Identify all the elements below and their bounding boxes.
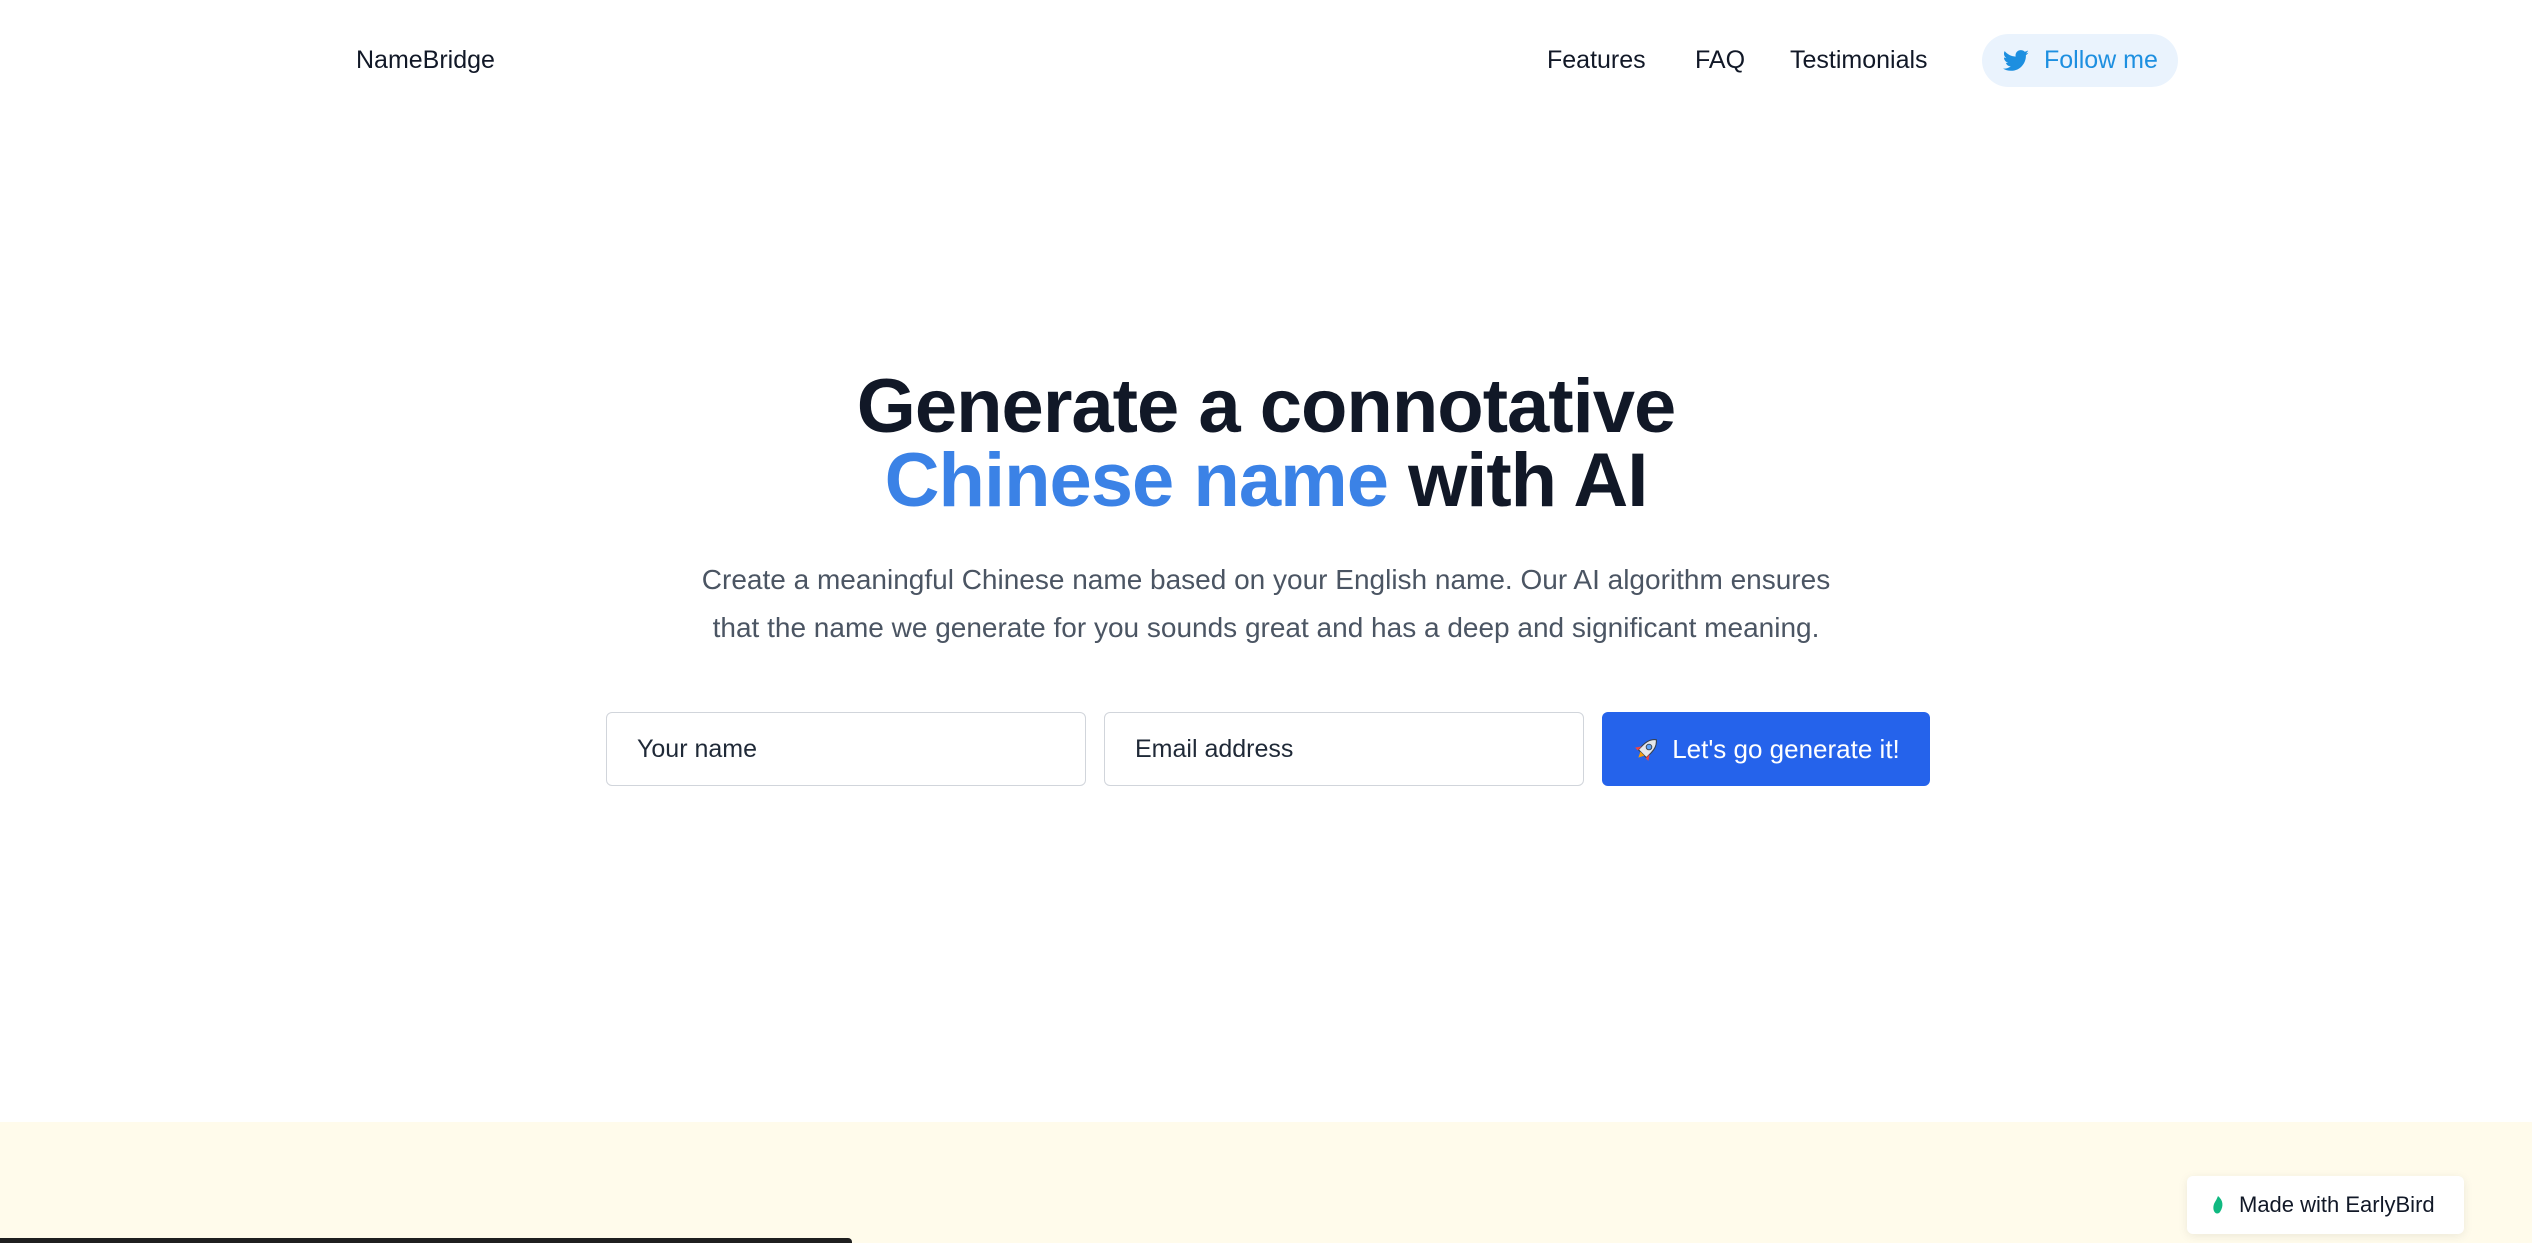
hero-title-accent: Chinese name bbox=[884, 438, 1389, 523]
hero-title: Generate a connotative Chinese name with… bbox=[0, 364, 2532, 519]
site-header: NameBridge Features FAQ Testimonials Fol… bbox=[0, 0, 2532, 120]
email-input[interactable] bbox=[1104, 712, 1584, 786]
nav-link-faq[interactable]: FAQ bbox=[1695, 44, 1745, 76]
follow-me-label: Follow me bbox=[2044, 46, 2158, 74]
nav-link-features[interactable]: Features bbox=[1547, 44, 1646, 76]
hero-title-rest: with AI bbox=[1387, 438, 1648, 523]
brand-logo-text[interactable]: NameBridge bbox=[356, 44, 495, 76]
hero-subtitle: Create a meaningful Chinese name based o… bbox=[0, 556, 2532, 652]
rocket-icon bbox=[1632, 734, 1662, 764]
generate-button[interactable]: Let's go generate it! bbox=[1602, 712, 1930, 786]
hero-title-line2: Chinese name with AI bbox=[0, 443, 2532, 519]
footer-band bbox=[0, 1122, 2532, 1243]
leaf-icon bbox=[2211, 1194, 2225, 1216]
name-input[interactable] bbox=[606, 712, 1086, 786]
hero-title-line1: Generate a connotative bbox=[856, 364, 1677, 449]
nav-link-testimonials[interactable]: Testimonials bbox=[1790, 44, 1928, 76]
hero-subtitle-line1: Create a meaningful Chinese name based o… bbox=[701, 564, 1831, 595]
twitter-icon bbox=[2002, 47, 2030, 75]
hero-subtitle-line2: that the name we generate for you sounds… bbox=[712, 612, 1820, 643]
made-with-earlybird-badge[interactable]: Made with EarlyBird bbox=[2187, 1176, 2464, 1234]
generate-button-label: Let's go generate it! bbox=[1672, 733, 1900, 764]
follow-me-button[interactable]: Follow me bbox=[1982, 34, 2178, 87]
earlybird-badge-label: Made with EarlyBird bbox=[2239, 1192, 2435, 1217]
bottom-bar bbox=[0, 1238, 852, 1243]
